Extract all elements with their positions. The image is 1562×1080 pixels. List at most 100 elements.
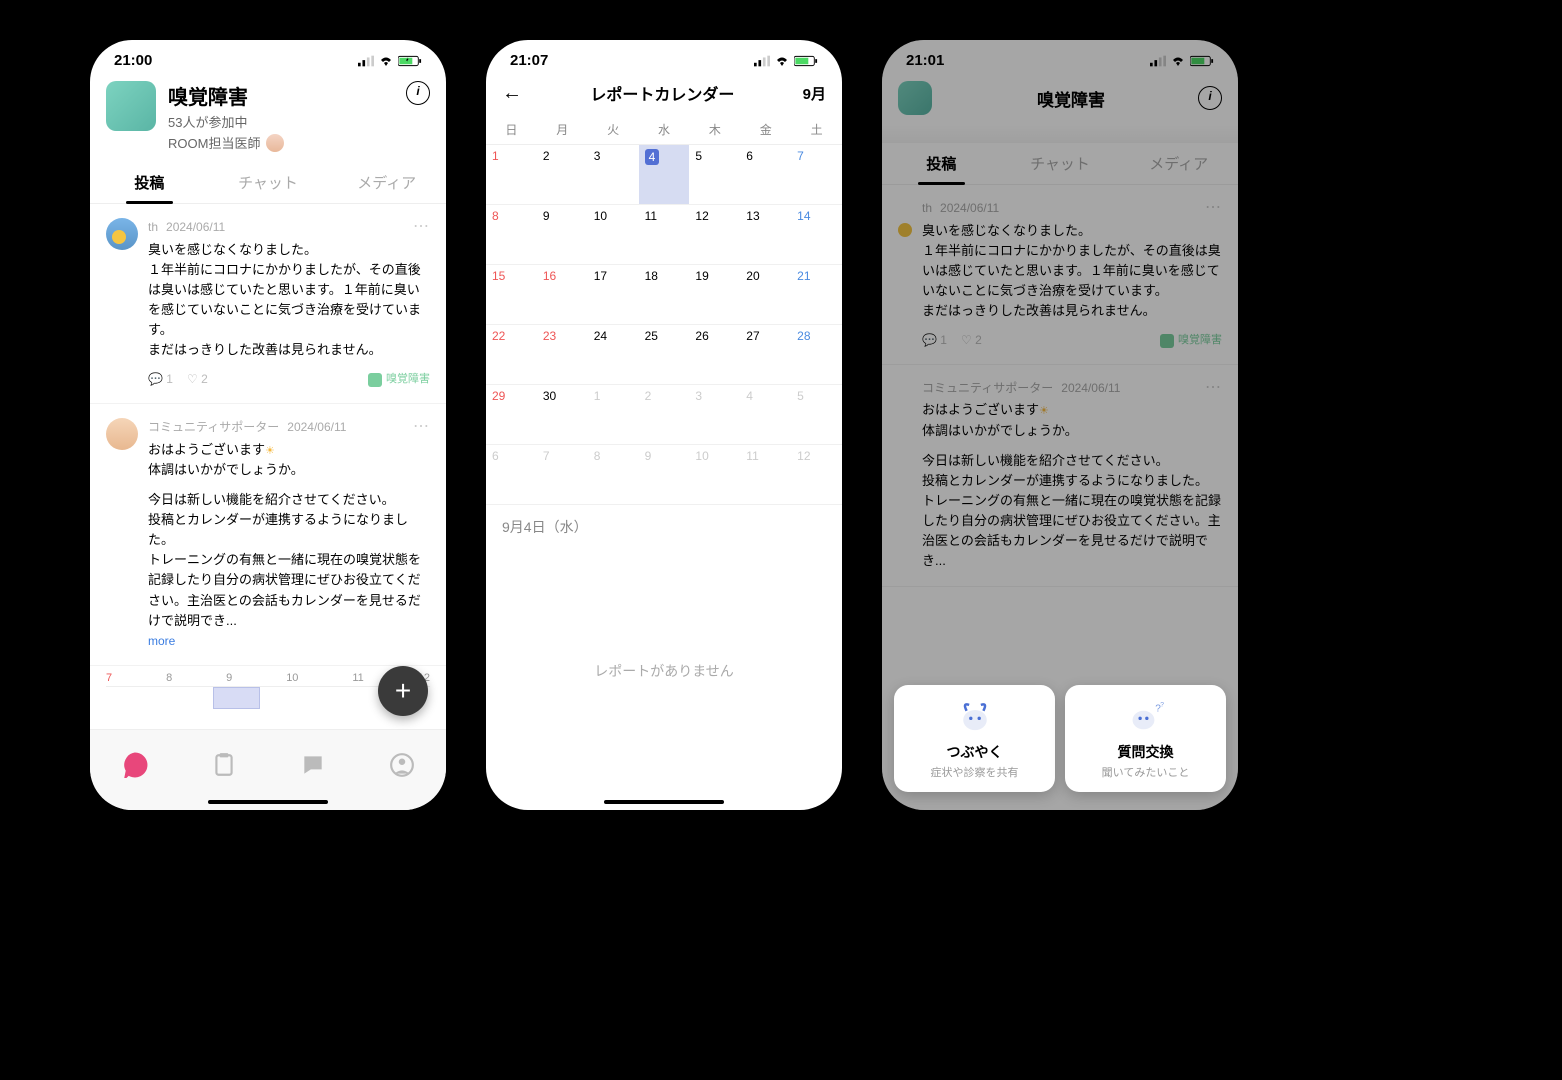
- post-text: 臭いを感じなくなりました。: [922, 221, 1222, 241]
- calendar-day[interactable]: 5: [791, 385, 842, 445]
- comment-count[interactable]: 💬 1: [922, 331, 947, 350]
- like-count[interactable]: ♡ 2: [187, 370, 208, 389]
- calendar-day[interactable]: 4: [740, 385, 791, 445]
- action-title: 質問交換: [1073, 742, 1218, 762]
- post-more-icon[interactable]: ⋯: [1205, 377, 1222, 397]
- post-text: 投稿とカレンダーが連携するようになりました。: [922, 471, 1222, 491]
- action-tweet-button[interactable]: つぶやく 症状や診察を共有: [894, 685, 1055, 792]
- post-more-icon[interactable]: ⋯: [413, 416, 430, 436]
- back-arrow-icon[interactable]: ←: [502, 82, 522, 105]
- nav-home-icon[interactable]: [122, 752, 148, 778]
- tab-posts[interactable]: 投稿: [882, 143, 1001, 184]
- tab-media[interactable]: メディア: [1119, 143, 1238, 184]
- calendar-day[interactable]: 20: [740, 265, 791, 325]
- calendar-day[interactable]: 27: [740, 325, 791, 385]
- calendar-day[interactable]: 26: [689, 325, 740, 385]
- post-text: 体調はいかがでしょうか。: [922, 421, 1222, 441]
- room-header: 嗅覚障害 i: [882, 73, 1238, 125]
- post-text: 今日は新しい機能を紹介させてください。: [922, 451, 1222, 471]
- status-bar: 21:07: [486, 40, 842, 73]
- post-more-icon[interactable]: ⋯: [1205, 197, 1222, 217]
- post-meta: th2024/06/11: [922, 199, 1222, 218]
- post-tag[interactable]: 嗅覚障害: [368, 371, 430, 388]
- mascot-question-icon: ??: [1125, 697, 1167, 733]
- post-item[interactable]: th2024/06/11 臭いを感じなくなりました。 １年半前にコロナにかかりま…: [90, 204, 446, 404]
- calendar-day[interactable]: 1: [588, 385, 639, 445]
- nav-profile-icon[interactable]: [389, 752, 415, 778]
- calendar-day[interactable]: 11: [639, 205, 690, 265]
- calendar-day[interactable]: 6: [486, 445, 537, 505]
- fab-add-button[interactable]: +: [378, 666, 428, 716]
- status-time: 21:07: [510, 52, 548, 69]
- calendar-day[interactable]: 12: [689, 205, 740, 265]
- calendar-day[interactable]: 15: [486, 265, 537, 325]
- post-item[interactable]: th2024/06/11 臭いを感じなくなりました。 １年半前にコロナにかかりま…: [882, 185, 1238, 365]
- calendar-day[interactable]: 29: [486, 385, 537, 445]
- calendar-day[interactable]: 10: [689, 445, 740, 505]
- calendar-day[interactable]: 13: [740, 205, 791, 265]
- calendar-day[interactable]: 6: [740, 145, 791, 205]
- screen-community: 21:00 嗅覚障害 53人が参加中 ROOM担当医師 i 投稿 チャット メデ…: [90, 40, 446, 810]
- calendar-day[interactable]: 14: [791, 205, 842, 265]
- more-link[interactable]: more: [148, 634, 175, 648]
- room-doctor: ROOM担当医師: [168, 133, 430, 152]
- sun-icon: ☀: [265, 445, 275, 457]
- comment-count[interactable]: 💬 1: [148, 370, 173, 389]
- post-text: トレーニングの有無と一緒に現在の嗅覚状態を記録したり自分の病状管理にぜひお役立て…: [922, 491, 1222, 572]
- calendar-day[interactable]: 19: [689, 265, 740, 325]
- calendar-day[interactable]: 9: [639, 445, 690, 505]
- calendar-day[interactable]: 23: [537, 325, 588, 385]
- calendar-day[interactable]: 30: [537, 385, 588, 445]
- tabs: 投稿 チャット メディア: [882, 143, 1238, 185]
- post-meta: th2024/06/11: [148, 218, 430, 237]
- calendar-day[interactable]: 2: [537, 145, 588, 205]
- calendar-day[interactable]: 28: [791, 325, 842, 385]
- tab-posts[interactable]: 投稿: [90, 162, 209, 203]
- calendar-day[interactable]: 7: [791, 145, 842, 205]
- post-text: トレーニングの有無と一緒に現在の嗅覚状態を記録したり自分の病状管理にぜひお役立て…: [148, 550, 430, 631]
- post-text: 今日は新しい機能を紹介させてください。: [148, 490, 430, 510]
- calendar-day[interactable]: 11: [740, 445, 791, 505]
- calendar-day[interactable]: 22: [486, 325, 537, 385]
- post-meta: コミュニティサポーター2024/06/11: [148, 418, 430, 437]
- calendar-dow: 金: [740, 115, 791, 145]
- calendar-day[interactable]: 21: [791, 265, 842, 325]
- calendar-day[interactable]: 17: [588, 265, 639, 325]
- nav-chat-icon[interactable]: [300, 752, 326, 778]
- info-icon[interactable]: i: [406, 81, 430, 105]
- home-indicator[interactable]: [208, 800, 328, 804]
- calendar-day[interactable]: 2: [639, 385, 690, 445]
- calendar-day[interactable]: 4: [639, 145, 690, 205]
- post-item[interactable]: コミュニティサポーター2024/06/11 おはようございます☀ 体調はいかがで…: [90, 404, 446, 666]
- calendar-dow: 木: [689, 115, 740, 145]
- info-icon[interactable]: i: [1198, 86, 1222, 110]
- action-question-button[interactable]: ?? 質問交換 聞いてみたいこと: [1065, 685, 1226, 792]
- home-indicator[interactable]: [604, 800, 724, 804]
- calendar-day[interactable]: 10: [588, 205, 639, 265]
- calendar-day[interactable]: 3: [689, 385, 740, 445]
- calendar-day[interactable]: 9: [537, 205, 588, 265]
- calendar-day[interactable]: 7: [537, 445, 588, 505]
- calendar-day[interactable]: 3: [588, 145, 639, 205]
- room-participants: 53人が参加中: [168, 112, 430, 131]
- calendar-day[interactable]: 25: [639, 325, 690, 385]
- calendar-month[interactable]: 9月: [803, 83, 826, 104]
- tab-chat[interactable]: チャット: [209, 162, 328, 203]
- tab-media[interactable]: メディア: [327, 162, 446, 203]
- calendar-day[interactable]: 24: [588, 325, 639, 385]
- status-icons: [358, 55, 422, 67]
- calendar-day[interactable]: 5: [689, 145, 740, 205]
- calendar-day[interactable]: 16: [537, 265, 588, 325]
- calendar-day[interactable]: 8: [486, 205, 537, 265]
- like-count[interactable]: ♡ 2: [961, 331, 982, 350]
- calendar-day[interactable]: 12: [791, 445, 842, 505]
- tab-chat[interactable]: チャット: [1001, 143, 1120, 184]
- post-tag[interactable]: 嗅覚障害: [1160, 332, 1222, 349]
- status-time: 21:00: [114, 52, 152, 69]
- nav-clipboard-icon[interactable]: [211, 752, 237, 778]
- calendar-day[interactable]: 18: [639, 265, 690, 325]
- calendar-day[interactable]: 1: [486, 145, 537, 205]
- calendar-day[interactable]: 8: [588, 445, 639, 505]
- post-more-icon[interactable]: ⋯: [413, 216, 430, 236]
- post-item[interactable]: コミュニティサポーター2024/06/11 おはようございます☀ 体調はいかがで…: [882, 365, 1238, 587]
